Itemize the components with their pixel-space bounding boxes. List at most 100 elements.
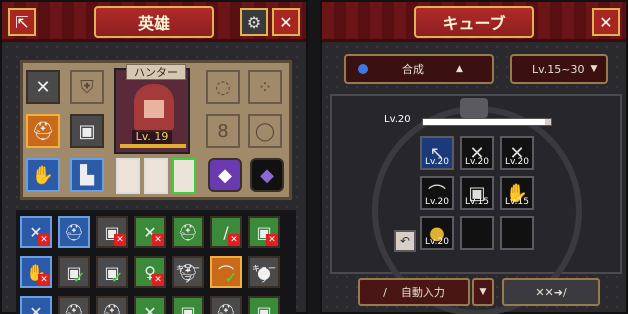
- inventory-item[interactable]: ⛑: [172, 216, 204, 248]
- chevron-down-icon: ▼: [479, 287, 487, 297]
- undo-icon: ↶: [399, 234, 411, 248]
- earring-slot[interactable]: ⁘: [248, 70, 282, 104]
- gauntlet-icon: ✋: [31, 164, 55, 186]
- cube-slot[interactable]: ✕ Lv.20: [460, 136, 494, 170]
- synthesize-button[interactable]: ✕✕➜/: [502, 278, 600, 306]
- cube-slot[interactable]: ↖ Lv.20: [420, 136, 454, 170]
- hero-face: [144, 100, 164, 118]
- remove-badge: ✕: [228, 234, 240, 246]
- cube-slot-empty[interactable]: [460, 216, 494, 250]
- inventory-item[interactable]: ● キューブ: [248, 256, 280, 288]
- cube-header: キューブ ✕: [322, 2, 626, 42]
- inventory-item[interactable]: ✕ ✕: [134, 216, 166, 248]
- hero-tab-3[interactable]: [172, 158, 196, 194]
- combine-arrow-icon: ✕✕➜/: [535, 285, 567, 299]
- hero-header: ⇱ 英雄 ⚙ ✕: [2, 2, 306, 42]
- close-icon: ✕: [599, 12, 613, 32]
- inventory-item[interactable]: ⛑: [58, 296, 90, 314]
- armor-icon: ▣: [78, 120, 96, 142]
- inventory-item[interactable]: / ✕: [210, 216, 242, 248]
- gloves-slot[interactable]: ✋: [26, 158, 60, 192]
- inventory-grid: ✕ ✕ ⛑ ▣ ✕ ✕ ✕ ⛑ / ✕ ▣ ✕ ✋ ✕ ▣ ✓ ▣ ✓ ♀ ✕ ⛑ キューブ ⌒ ✓ …: [16, 210, 296, 314]
- boots-icon: ▙: [80, 164, 94, 186]
- chevron-down-icon: ▼: [590, 64, 598, 74]
- mode-select[interactable]: 合成 ▲: [344, 54, 494, 84]
- helmet-icon: ⛑: [177, 222, 199, 242]
- hero-exp-bar: [120, 144, 186, 148]
- shield-icon: ⛨: [80, 76, 94, 98]
- belt-slot[interactable]: 8: [206, 114, 240, 148]
- gem-icon: ◆: [260, 164, 274, 186]
- blue-orb-icon: [358, 64, 368, 74]
- inventory-item[interactable]: ▣ ✕: [96, 216, 128, 248]
- cube-slot[interactable]: ✕ Lv.20: [500, 136, 534, 170]
- cube-slot[interactable]: ✋ Lv.15: [500, 176, 534, 210]
- necklace-slot[interactable]: ◌: [206, 70, 240, 104]
- inventory-item[interactable]: ✋ ✕: [20, 256, 52, 288]
- progress-fill: [423, 119, 545, 125]
- inventory-item[interactable]: ⛑ キューブ: [172, 256, 204, 288]
- inventory-item[interactable]: ⛑: [96, 296, 128, 314]
- auto-input-dropdown[interactable]: ▼: [472, 278, 494, 306]
- cube-slot-empty[interactable]: [500, 216, 534, 250]
- cube-slot[interactable]: ● Lv.20: [420, 216, 454, 250]
- exit-button[interactable]: ⇱: [8, 8, 36, 36]
- crossbow-icon: ✕: [35, 76, 51, 98]
- purple-gem-slot[interactable]: ◆: [208, 158, 242, 192]
- hero-panel: ⇱ 英雄 ⚙ ✕ ✕ ⛨ ⛑ ▣ ✋ ▙ ◌ ⁘ 8 ◯ ◆ ◆ ハンター Lv…: [0, 0, 308, 314]
- cube-progress-bar: [422, 118, 552, 126]
- check-icon: ✓: [72, 267, 86, 287]
- dark-gem-slot[interactable]: ◆: [250, 158, 284, 192]
- cube-panel: キューブ ✕ 合成 ▲ Lv.15~30 ▼ Lv.20 ↖ Lv.20 ✕ Lv.…: [320, 0, 628, 314]
- helmet-slot[interactable]: ⛑: [26, 114, 60, 148]
- hero-name-tag: ハンター: [126, 64, 186, 80]
- level-select-value: Lv.15~30: [532, 62, 585, 76]
- auto-input-button[interactable]: / 自動入力: [358, 278, 470, 306]
- settings-button[interactable]: ⚙: [240, 8, 268, 36]
- inventory-item[interactable]: ✕: [134, 296, 166, 314]
- close-button[interactable]: ✕: [272, 8, 300, 36]
- level-select[interactable]: Lv.15~30 ▼: [510, 54, 608, 84]
- helmet-icon: ⛑: [31, 120, 55, 142]
- cube-mascot-icon: [460, 98, 488, 118]
- exit-icon: ⇱: [15, 12, 29, 32]
- check-icon: ✓: [110, 267, 124, 287]
- earring-icon: ⁘: [257, 76, 273, 98]
- sword-icon: /: [383, 285, 387, 299]
- inventory-item[interactable]: ▣ ✓: [58, 256, 90, 288]
- progress-level: Lv.20: [384, 114, 411, 125]
- armor-icon: ▣: [256, 302, 272, 314]
- cube-slot[interactable]: ▣ Lv.15: [460, 176, 494, 210]
- ring-slot[interactable]: ◯: [248, 114, 282, 148]
- mode-select-value: 合成: [402, 63, 424, 76]
- hero-tab-2[interactable]: [144, 158, 168, 194]
- inventory-item[interactable]: ▣ ✓: [96, 256, 128, 288]
- gear-icon: ⚙: [246, 12, 262, 32]
- inventory-item[interactable]: ▣: [248, 296, 280, 314]
- remove-badge: ✕: [114, 234, 126, 246]
- remove-badge: ✕: [266, 234, 278, 246]
- inventory-item[interactable]: ▣: [172, 296, 204, 314]
- inventory-item[interactable]: ✕ ✕: [20, 216, 52, 248]
- remove-badge: ✕: [152, 274, 164, 286]
- inventory-item[interactable]: ⛑: [58, 216, 90, 248]
- inventory-item[interactable]: ♀ ✕: [134, 256, 166, 288]
- remove-badge: ✕: [38, 234, 50, 246]
- hero-title: 英雄: [94, 6, 214, 38]
- crossbow-icon: ✕: [29, 302, 43, 314]
- inventory-item[interactable]: ⌒ ✓: [210, 256, 242, 288]
- cube-slot[interactable]: ⌒ Lv.20: [420, 176, 454, 210]
- shield-slot[interactable]: ⛨: [70, 70, 104, 104]
- inventory-item[interactable]: ✕: [20, 296, 52, 314]
- inventory-item[interactable]: ▣ ✕: [248, 216, 280, 248]
- inventory-item[interactable]: ⛑: [210, 296, 242, 314]
- close-icon: ✕: [279, 12, 293, 32]
- close-button[interactable]: ✕: [592, 8, 620, 36]
- weapon-slot[interactable]: ✕: [26, 70, 60, 104]
- gem-icon: ◆: [218, 164, 232, 186]
- undo-button[interactable]: ↶: [394, 230, 416, 252]
- boots-slot[interactable]: ▙: [70, 158, 104, 192]
- armor-slot[interactable]: ▣: [70, 114, 104, 148]
- cube-title: キューブ: [414, 6, 534, 38]
- hero-tab-1[interactable]: [116, 158, 140, 194]
